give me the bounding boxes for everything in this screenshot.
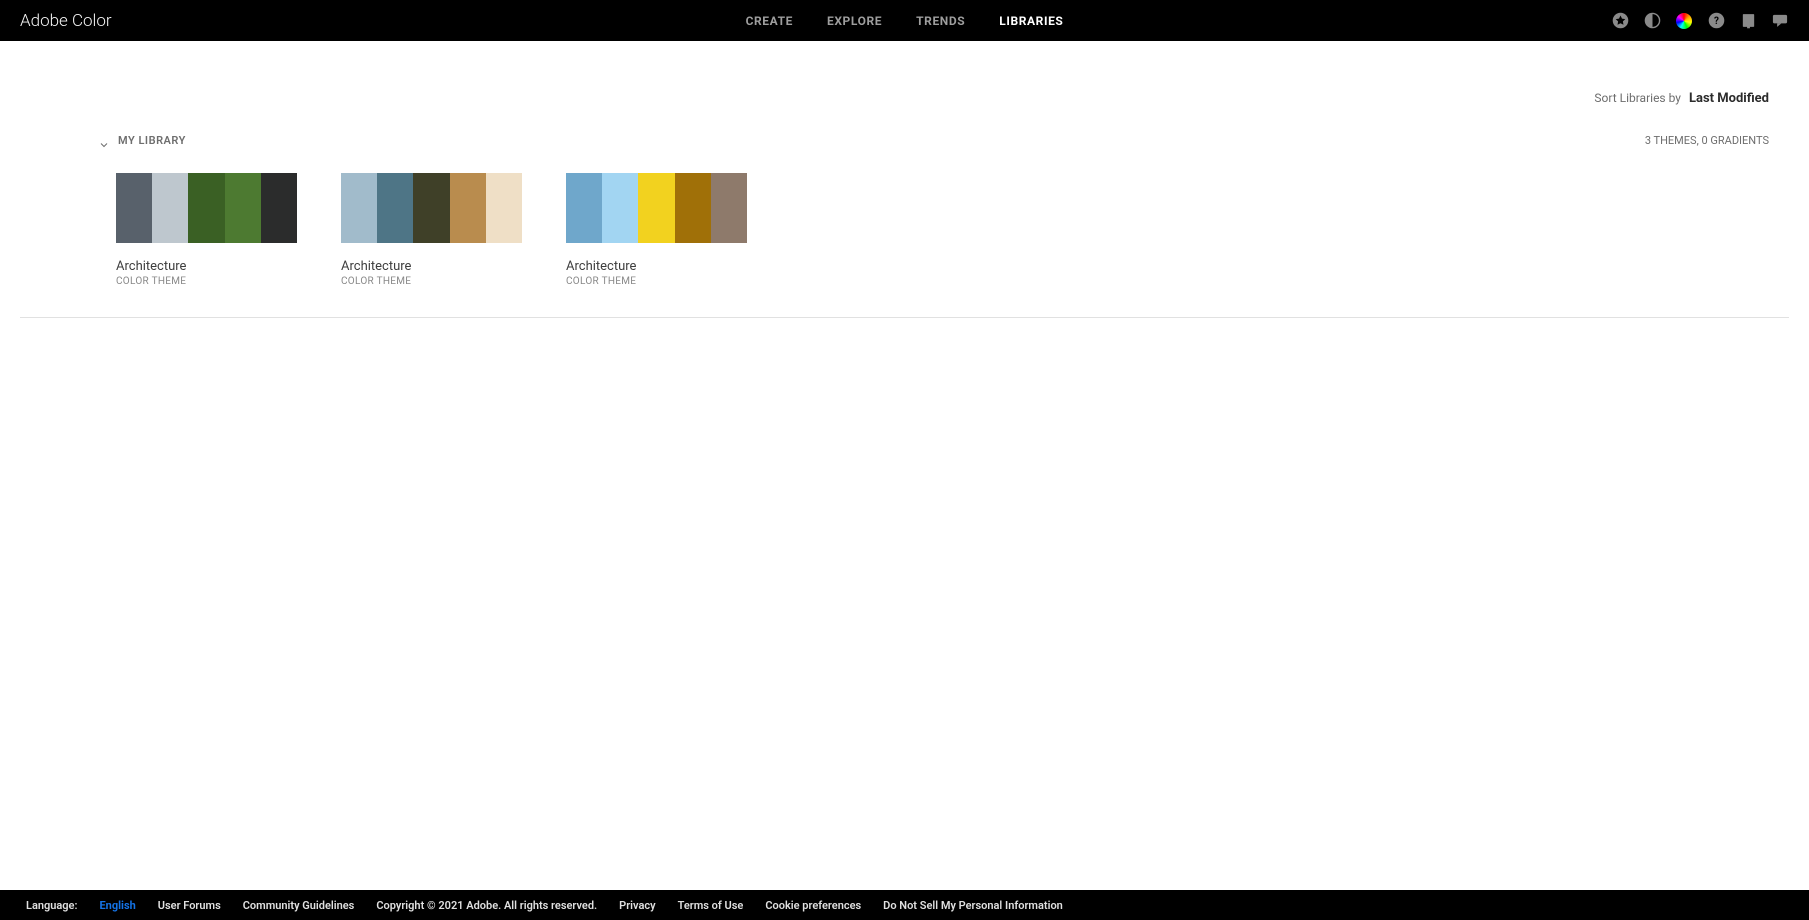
swatch xyxy=(341,173,377,243)
themes-grid: Architecture COLOR THEME Architecture COLOR… xyxy=(20,173,1789,287)
nav-libraries[interactable]: LIBRARIES xyxy=(999,14,1063,28)
nav-trends[interactable]: TRENDS xyxy=(916,14,965,28)
svg-text:?: ? xyxy=(1714,16,1719,27)
star-icon[interactable] xyxy=(1611,12,1629,30)
swatch xyxy=(638,173,674,243)
topbar-actions: ? xyxy=(1611,12,1789,30)
notification-icon[interactable] xyxy=(1739,12,1757,30)
theme-title: Architecture xyxy=(341,259,522,274)
main-content: Sort Libraries by Last Modified MY LIBRA… xyxy=(0,41,1809,318)
swatch xyxy=(450,173,486,243)
theme-card[interactable]: Architecture COLOR THEME xyxy=(341,173,522,287)
swatch xyxy=(225,173,261,243)
library-name[interactable]: MY LIBRARY xyxy=(118,134,186,147)
sort-control: Sort Libraries by Last Modified xyxy=(20,91,1789,106)
swatch xyxy=(675,173,711,243)
swatch xyxy=(486,173,522,243)
footer-link[interactable]: User Forums xyxy=(158,899,221,912)
main-nav: CREATE EXPLORE TRENDS LIBRARIES xyxy=(746,14,1064,28)
swatch xyxy=(602,173,638,243)
app-logo[interactable]: Adobe Color xyxy=(20,11,112,31)
footer-link[interactable]: Privacy xyxy=(619,899,655,912)
swatch xyxy=(261,173,297,243)
section-divider xyxy=(20,317,1789,318)
color-wheel-icon[interactable] xyxy=(1675,12,1693,30)
swatch-row xyxy=(566,173,747,243)
theme-toggle-icon[interactable] xyxy=(1643,12,1661,30)
swatch xyxy=(188,173,224,243)
sort-dropdown[interactable]: Last Modified xyxy=(1689,91,1769,106)
theme-title: Architecture xyxy=(116,259,297,274)
chevron-down-icon[interactable] xyxy=(98,136,112,150)
language-label: Language: xyxy=(26,899,77,912)
feedback-icon[interactable] xyxy=(1771,12,1789,30)
swatch xyxy=(152,173,188,243)
language-selector[interactable]: English xyxy=(99,899,135,912)
theme-subtitle: COLOR THEME xyxy=(116,276,297,287)
footer: Language: English User Forums Community G… xyxy=(0,890,1809,920)
swatch xyxy=(377,173,413,243)
theme-subtitle: COLOR THEME xyxy=(566,276,747,287)
swatch xyxy=(413,173,449,243)
top-navigation: Adobe Color CREATE EXPLORE TRENDS LIBRARIES… xyxy=(0,0,1809,41)
theme-card[interactable]: Architecture COLOR THEME xyxy=(566,173,747,287)
swatch-row xyxy=(116,173,297,243)
nav-create[interactable]: CREATE xyxy=(746,14,793,28)
swatch xyxy=(711,173,747,243)
swatch-row xyxy=(341,173,522,243)
footer-link[interactable]: Community Guidelines xyxy=(243,899,355,912)
footer-link[interactable]: Cookie preferences xyxy=(765,899,861,912)
swatch xyxy=(566,173,602,243)
footer-link[interactable]: Terms of Use xyxy=(678,899,744,912)
theme-subtitle: COLOR THEME xyxy=(341,276,522,287)
footer-link[interactable]: Do Not Sell My Personal Information xyxy=(883,899,1063,912)
swatch xyxy=(116,173,152,243)
sort-label: Sort Libraries by xyxy=(1594,91,1681,105)
library-meta: 3 THEMES, 0 GRADIENTS xyxy=(1645,134,1769,147)
theme-title: Architecture xyxy=(566,259,747,274)
footer-links: User Forums Community Guidelines Copyright… xyxy=(158,899,1063,912)
theme-card[interactable]: Architecture COLOR THEME xyxy=(116,173,297,287)
help-icon[interactable]: ? xyxy=(1707,12,1725,30)
nav-explore[interactable]: EXPLORE xyxy=(827,14,882,28)
library-header: MY LIBRARY 3 THEMES, 0 GRADIENTS xyxy=(20,134,1789,147)
footer-link[interactable]: Copyright © 2021 Adobe. All rights reser… xyxy=(376,899,597,912)
